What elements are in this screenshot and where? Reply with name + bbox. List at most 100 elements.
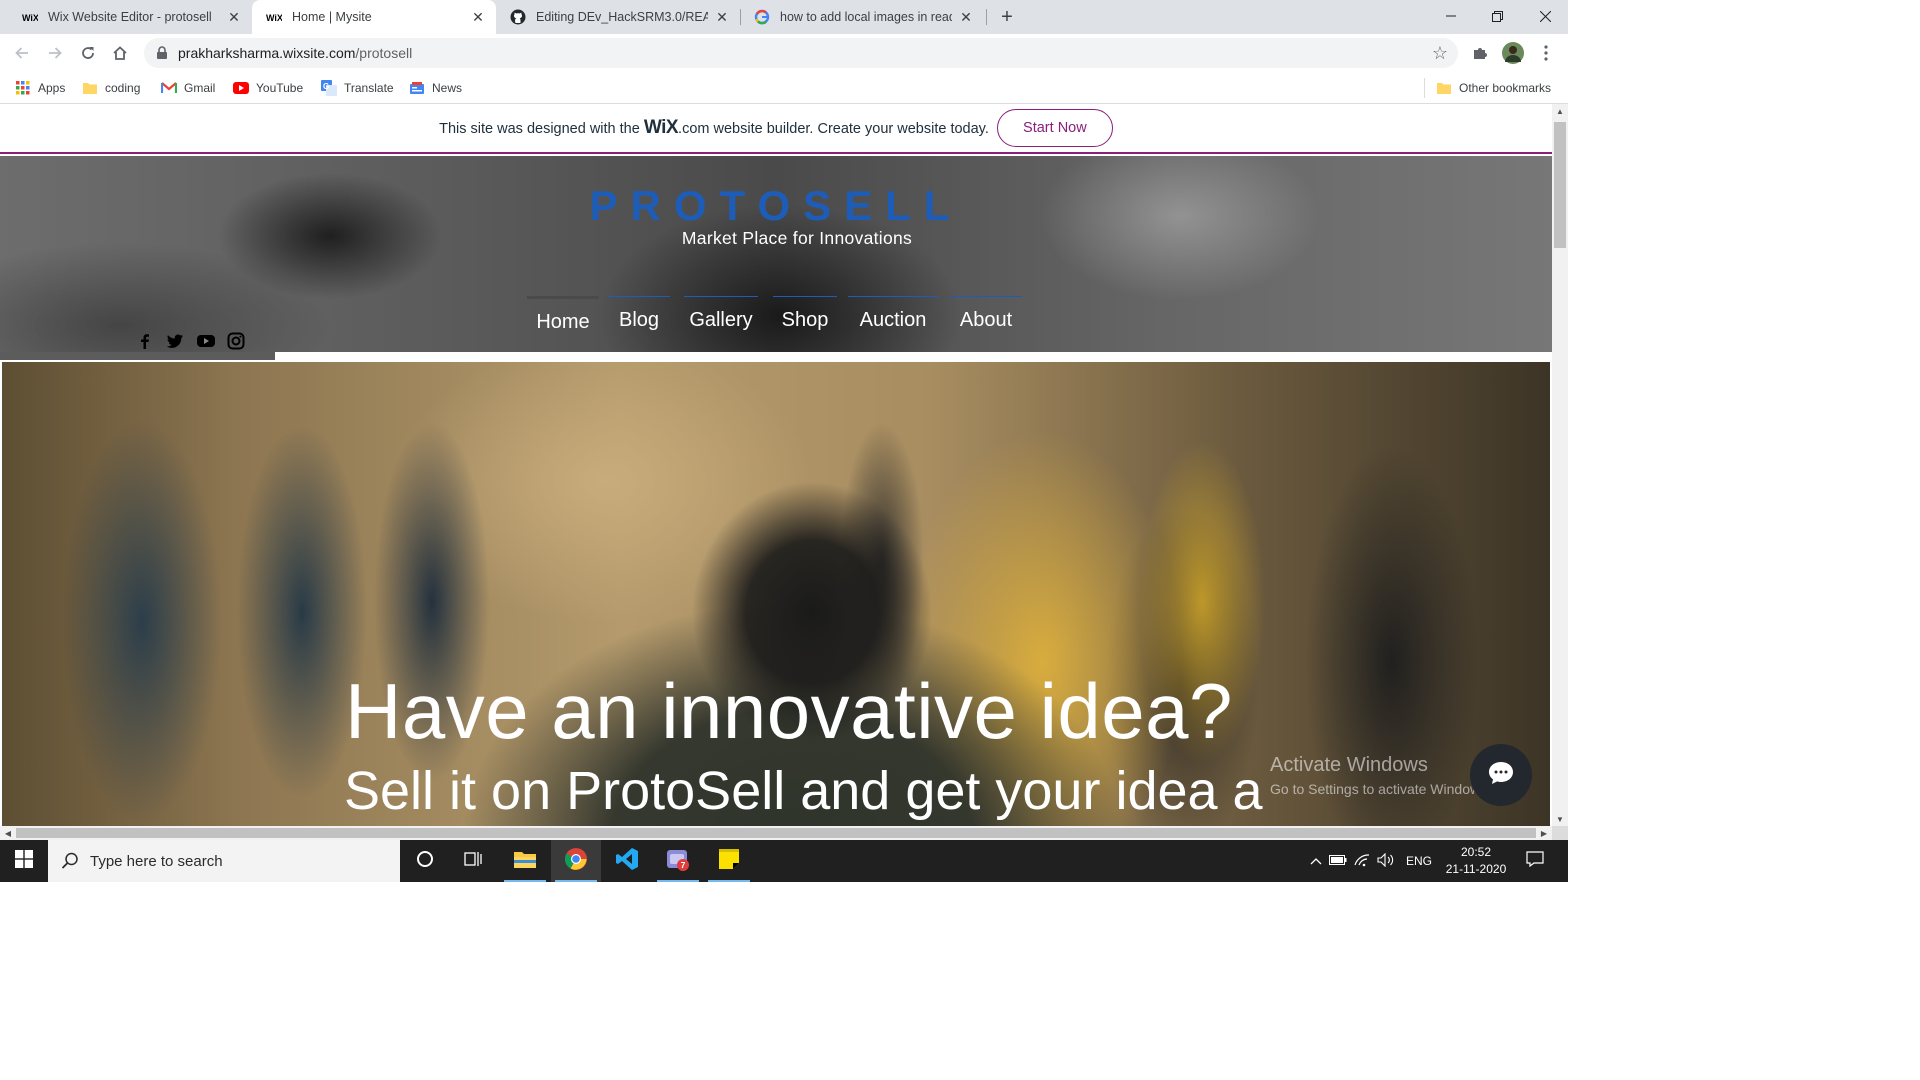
vscode-taskbar-button[interactable]: [602, 840, 652, 882]
input-language-indicator[interactable]: ENG: [1406, 854, 1432, 868]
bookmark-other-bookmarks[interactable]: Other bookmarks: [1436, 78, 1551, 98]
volume-icon[interactable]: [1374, 852, 1398, 870]
minimize-window-button[interactable]: [1428, 0, 1474, 32]
youtube-icon[interactable]: [197, 332, 215, 350]
tab-wix-editor[interactable]: WiX Wix Website Editor - protosell ✕: [8, 0, 252, 34]
tab-title: how to add local images in readm: [780, 10, 952, 24]
scroll-up-arrow-icon[interactable]: ▲: [1552, 104, 1568, 118]
bookmark-gmail[interactable]: Gmail: [161, 78, 215, 98]
address-bar[interactable]: prakharksharma.wixsite.com/protosell ☆: [144, 38, 1458, 68]
chat-bubble-icon: [1487, 760, 1515, 791]
url-text: prakharksharma.wixsite.com/protosell: [178, 45, 412, 61]
new-tab-button[interactable]: +: [996, 6, 1018, 28]
twitter-icon[interactable]: [166, 332, 184, 350]
close-tab-icon[interactable]: ✕: [714, 9, 730, 25]
header-bottom-strip: [0, 352, 275, 360]
tab-title: Editing DEv_HackSRM3.0/README: [536, 10, 708, 24]
action-center-button[interactable]: [1520, 840, 1550, 882]
windows-logo-icon: [15, 849, 33, 873]
bookmark-translate[interactable]: G Translate: [321, 78, 394, 98]
apps-grid-icon: [15, 80, 31, 96]
sticky-notes-button[interactable]: [704, 840, 754, 882]
browser-toolbar: prakharksharma.wixsite.com/protosell ☆: [0, 34, 1568, 72]
google-icon: [754, 9, 770, 25]
bookmark-coding[interactable]: coding: [82, 78, 140, 98]
bookmark-apps[interactable]: Apps: [15, 78, 65, 98]
facebook-icon[interactable]: [136, 332, 154, 350]
bookmark-news[interactable]: News: [409, 78, 462, 98]
chat-button[interactable]: [1470, 744, 1532, 806]
calendar-app-button[interactable]: 7: [653, 840, 703, 882]
close-window-button[interactable]: [1522, 0, 1568, 32]
instagram-icon[interactable]: [227, 332, 245, 350]
bookmarks-bar: Apps coding Gmail YouTube G Translate Ne…: [0, 72, 1568, 104]
system-tray: ENG: [1306, 840, 1432, 882]
nav-gallery[interactable]: Gallery: [684, 296, 758, 336]
back-arrow-icon[interactable]: [11, 42, 33, 64]
folder-icon: [82, 80, 98, 96]
horizontal-scrollbar[interactable]: ◀ ▶: [0, 826, 1552, 840]
wix-promo-banner: This site was designed with the WiX.com …: [0, 104, 1552, 154]
nav-auction[interactable]: Auction: [848, 296, 938, 336]
home-icon[interactable]: [109, 42, 131, 64]
taskbar-search-placeholder: Type here to search: [90, 852, 223, 870]
restore-window-button[interactable]: [1474, 0, 1520, 32]
bookmark-label: Apps: [38, 81, 66, 95]
horizontal-scroll-thumb[interactable]: [16, 828, 1536, 838]
tab-separator: [986, 9, 987, 25]
menu-kebab-icon[interactable]: [1535, 42, 1557, 64]
nav-shop[interactable]: Shop: [773, 296, 837, 336]
bookmark-label: YouTube: [256, 81, 304, 95]
site-brand-title[interactable]: PROTOSELL: [0, 182, 1552, 230]
vscode-icon: [615, 847, 639, 876]
site-nav: Home Blog Gallery Shop Auction About: [0, 296, 1552, 336]
reload-icon[interactable]: [77, 42, 99, 64]
file-explorer-icon: [513, 849, 537, 874]
chrome-icon: [564, 847, 588, 876]
show-hidden-icons-chevron-icon[interactable]: [1306, 854, 1326, 868]
scroll-left-arrow-icon[interactable]: ◀: [0, 826, 16, 840]
profile-avatar[interactable]: [1502, 42, 1524, 64]
battery-icon[interactable]: [1326, 854, 1350, 868]
tab-github-readme[interactable]: Editing DEv_HackSRM3.0/README ✕: [496, 0, 740, 34]
lock-icon[interactable]: [156, 46, 170, 60]
tab-google-search[interactable]: how to add local images in readm ✕: [740, 0, 984, 34]
url-host: prakharksharma.wixsite.com: [178, 45, 356, 61]
wix-promo-text: This site was designed with the WiX.com …: [439, 117, 989, 139]
task-view-button[interactable]: [449, 840, 499, 882]
forward-arrow-icon[interactable]: [44, 42, 66, 64]
hero-title: Have an innovative idea?: [345, 667, 1233, 755]
youtube-icon: [233, 80, 249, 96]
close-tab-icon[interactable]: ✕: [470, 9, 486, 25]
nav-home[interactable]: Home: [527, 296, 599, 336]
close-tab-icon[interactable]: ✕: [226, 9, 242, 25]
chrome-taskbar-button[interactable]: [551, 840, 601, 882]
bookmark-label: Other bookmarks: [1459, 81, 1552, 95]
extensions-puzzle-icon[interactable]: [1469, 42, 1491, 64]
bookmark-label: Translate: [344, 81, 394, 95]
cortana-button[interactable]: [400, 840, 450, 882]
badge-count: 7: [681, 860, 686, 870]
svg-text:WiX: WiX: [266, 13, 282, 22]
file-explorer-button[interactable]: [500, 840, 550, 882]
scroll-down-arrow-icon[interactable]: ▼: [1552, 812, 1568, 826]
vertical-scroll-thumb[interactable]: [1554, 122, 1566, 248]
vertical-scrollbar[interactable]: ▲ ▼: [1552, 104, 1568, 826]
nav-about[interactable]: About: [950, 296, 1022, 336]
taskbar-clock[interactable]: 20:52 21-11-2020: [1438, 844, 1514, 878]
close-tab-icon[interactable]: ✕: [958, 9, 974, 25]
scrollbar-corner: [1552, 826, 1568, 840]
tab-home-mysite[interactable]: WiX Home | Mysite ✕: [252, 0, 496, 34]
hero-subtitle: Sell it on ProtoSell and get your idea a: [344, 761, 1263, 821]
sticky-notes-icon: [718, 848, 740, 875]
taskbar-search-box[interactable]: Type here to search: [48, 840, 400, 882]
start-now-button[interactable]: Start Now: [996, 109, 1113, 147]
nav-blog[interactable]: Blog: [608, 296, 670, 336]
wifi-icon[interactable]: [1350, 853, 1374, 870]
news-icon: [409, 80, 425, 96]
bookmark-star-icon[interactable]: ☆: [1432, 43, 1448, 64]
windows-taskbar: Type here to search 7 ENG 20:52 21-11-20…: [0, 840, 1568, 882]
scroll-right-arrow-icon[interactable]: ▶: [1536, 826, 1552, 840]
start-button[interactable]: [0, 840, 48, 882]
bookmark-youtube[interactable]: YouTube: [233, 78, 303, 98]
